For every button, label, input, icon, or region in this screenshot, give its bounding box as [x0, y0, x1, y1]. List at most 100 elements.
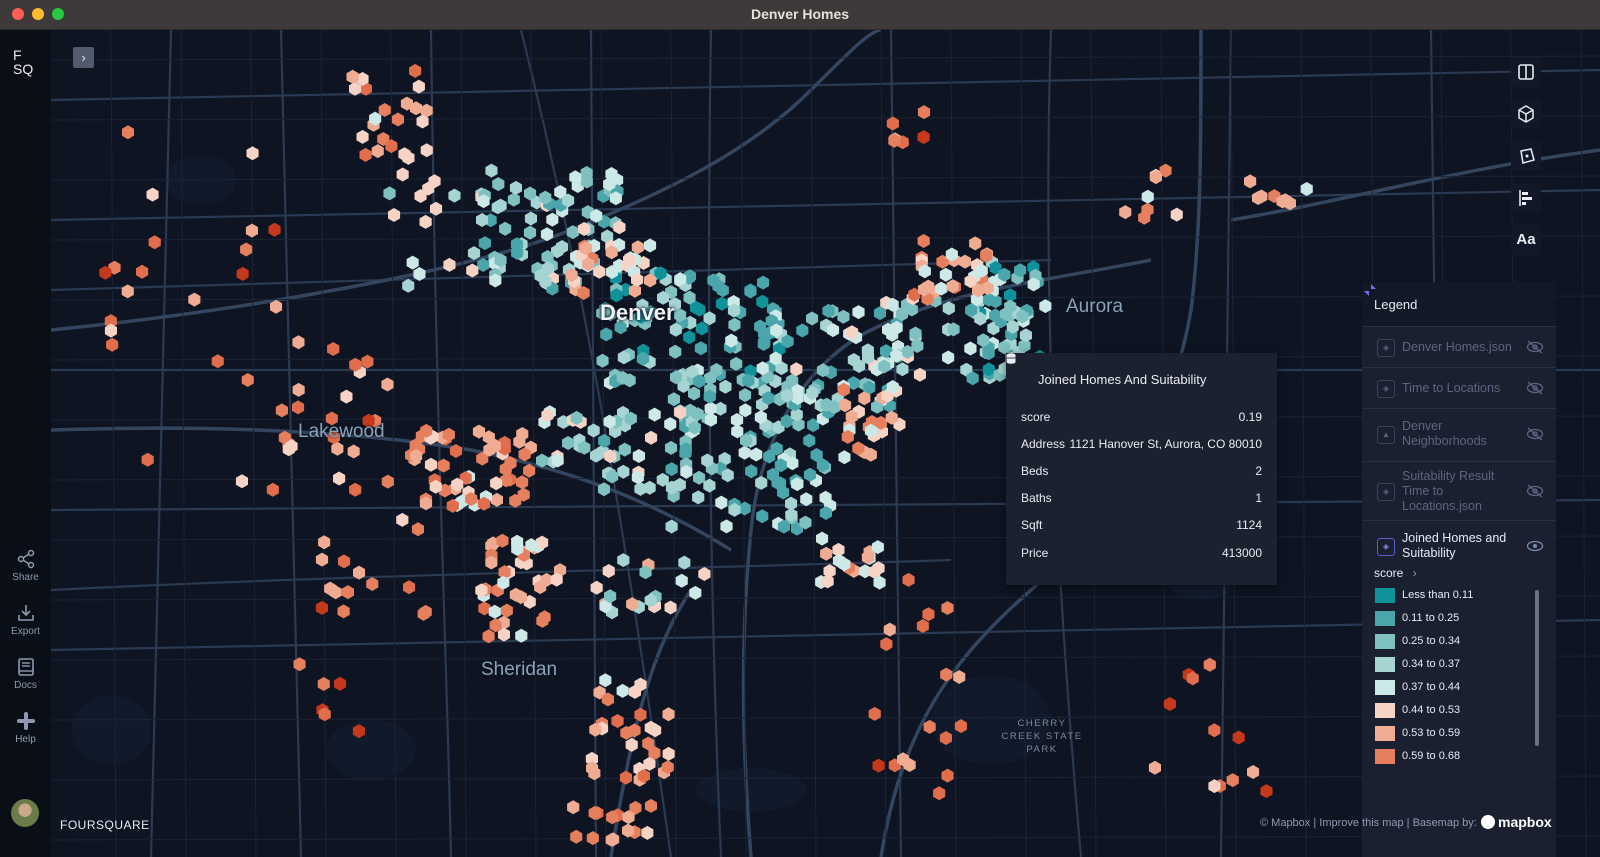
hexbin-cell[interactable]	[917, 105, 931, 120]
export-button[interactable]: Export	[0, 603, 51, 637]
hexbin-cell[interactable]	[337, 604, 350, 619]
hexbin-cell[interactable]	[625, 737, 638, 752]
hexbin-cell[interactable]	[412, 79, 425, 94]
hexbin-cell[interactable]	[872, 758, 885, 773]
eye-off-icon[interactable]	[1526, 484, 1544, 498]
hexbin-cell[interactable]	[902, 572, 915, 587]
hexbin-cell[interactable]	[1208, 723, 1221, 738]
hexbin-cell[interactable]	[424, 457, 437, 472]
hexbin-cell[interactable]	[756, 509, 769, 524]
hexbin-cell[interactable]	[292, 400, 305, 415]
hexbin-cell[interactable]	[590, 580, 603, 595]
hexbin-cell[interactable]	[478, 236, 491, 251]
eye-icon[interactable]	[1526, 539, 1544, 553]
eye-off-icon[interactable]	[1526, 381, 1544, 395]
hexbin-cell[interactable]	[942, 350, 955, 365]
hexbin-cell[interactable]	[478, 601, 491, 616]
hexbin-cell[interactable]	[688, 386, 701, 401]
hexbin-cell[interactable]	[896, 362, 909, 377]
hexbin-cell[interactable]	[371, 144, 384, 159]
hexbin-cell[interactable]	[940, 667, 953, 682]
hexbin-cell[interactable]	[318, 535, 331, 550]
hexbin-cell[interactable]	[1170, 207, 1183, 222]
hexbin-cell[interactable]	[516, 475, 529, 490]
hexbin-cell[interactable]	[662, 746, 675, 761]
hexbin-cell[interactable]	[1232, 730, 1245, 745]
legend-field[interactable]: score ›	[1374, 566, 1417, 580]
hexbin-cell[interactable]	[933, 786, 946, 801]
hexbin-cell[interactable]	[695, 321, 708, 336]
hexbin-cell[interactable]	[266, 482, 279, 497]
hexbin-cell[interactable]	[327, 342, 340, 356]
collapse-legend-icon[interactable]	[1362, 282, 1378, 298]
hexbin-cell[interactable]	[618, 442, 631, 457]
hexbin-cell[interactable]	[644, 798, 657, 813]
hexbin-cell[interactable]	[939, 267, 952, 282]
hexbin-cell[interactable]	[388, 208, 401, 222]
hexbin-cell[interactable]	[728, 317, 741, 332]
hexbin-cell[interactable]	[694, 341, 707, 356]
legend-layer-suitability-result[interactable]: ◈ Suitability Result Time to Locations.j…	[1362, 461, 1556, 520]
hexbin-cell[interactable]	[586, 831, 599, 846]
hexbin-cell[interactable]	[333, 471, 346, 486]
hexbin-cell[interactable]	[616, 683, 629, 698]
hexbin-cell[interactable]	[406, 255, 419, 270]
draw-polygon-button[interactable]	[1511, 141, 1541, 171]
hexbin-cell[interactable]	[500, 603, 513, 618]
hexbin-cell[interactable]	[720, 519, 733, 534]
hexbin-cell[interactable]	[391, 112, 404, 127]
hexbin-cell[interactable]	[466, 263, 479, 278]
hexbin-cell[interactable]	[359, 147, 372, 162]
hexbin-cell[interactable]	[106, 337, 119, 352]
hexbin-cell[interactable]	[1148, 760, 1161, 775]
eye-off-icon[interactable]	[1526, 340, 1544, 354]
hexbin-cell[interactable]	[334, 676, 347, 691]
hexbin-cell[interactable]	[188, 292, 201, 307]
hexbin-cell[interactable]	[644, 238, 657, 253]
hexbin-cell[interactable]	[757, 275, 770, 290]
hexbin-cell[interactable]	[820, 546, 833, 561]
hexbin-cell[interactable]	[715, 296, 728, 311]
hexbin-cell[interactable]	[730, 356, 743, 371]
hexbin-cell[interactable]	[665, 440, 678, 455]
mapbox-logo[interactable]: mapbox	[1481, 814, 1552, 830]
hexbin-cell[interactable]	[546, 212, 559, 227]
hexbin-cell[interactable]	[315, 600, 328, 615]
legend-layer-denver-homes[interactable]: ◈ Denver Homes.json	[1362, 326, 1556, 367]
hexbin-cell[interactable]	[420, 143, 433, 158]
hexbin-cell[interactable]	[600, 327, 613, 342]
legend-toggle-button[interactable]	[1511, 183, 1541, 213]
hexbin-cell[interactable]	[317, 677, 330, 691]
hexbin-cell[interactable]	[631, 240, 644, 255]
hexbin-cell[interactable]	[246, 146, 259, 161]
hexbin-cell[interactable]	[969, 236, 982, 251]
hexbin-cell[interactable]	[240, 242, 253, 257]
hexbin-cell[interactable]	[366, 577, 379, 591]
user-avatar[interactable]	[11, 799, 39, 827]
hexbin-cell[interactable]	[796, 323, 809, 338]
hexbin-cell[interactable]	[922, 607, 935, 622]
hexbin-cell[interactable]	[632, 449, 645, 463]
hexbin-cell[interactable]	[916, 619, 929, 633]
hexbin-cell[interactable]	[292, 335, 305, 350]
hexbin-cell[interactable]	[880, 637, 893, 652]
hexbin-cell[interactable]	[236, 266, 249, 281]
hexbin-cell[interactable]	[664, 417, 677, 432]
hexbin-cell[interactable]	[402, 278, 415, 293]
hexbin-cell[interactable]	[361, 354, 374, 369]
hexbin-cell[interactable]	[490, 492, 503, 507]
hexbin-cell[interactable]	[524, 211, 537, 226]
map-attribution[interactable]: © Mapbox | Improve this map | Basemap by…	[1260, 817, 1477, 829]
split-map-button[interactable]	[1511, 57, 1541, 87]
hexbin-cell[interactable]	[383, 186, 396, 201]
hexbin-cell[interactable]	[499, 221, 512, 236]
hexbin-cell[interactable]	[868, 706, 881, 721]
hexbin-cell[interactable]	[645, 430, 658, 445]
hexbin-cell[interactable]	[964, 341, 977, 356]
legend-layer-time-to-locations[interactable]: ◈ Time to Locations	[1362, 367, 1556, 408]
share-button[interactable]: Share	[0, 549, 51, 583]
hexbin-cell[interactable]	[703, 478, 716, 493]
hexbin-cell[interactable]	[268, 222, 281, 237]
hexbin-cell[interactable]	[692, 490, 705, 505]
hexbin-cell[interactable]	[331, 441, 344, 456]
